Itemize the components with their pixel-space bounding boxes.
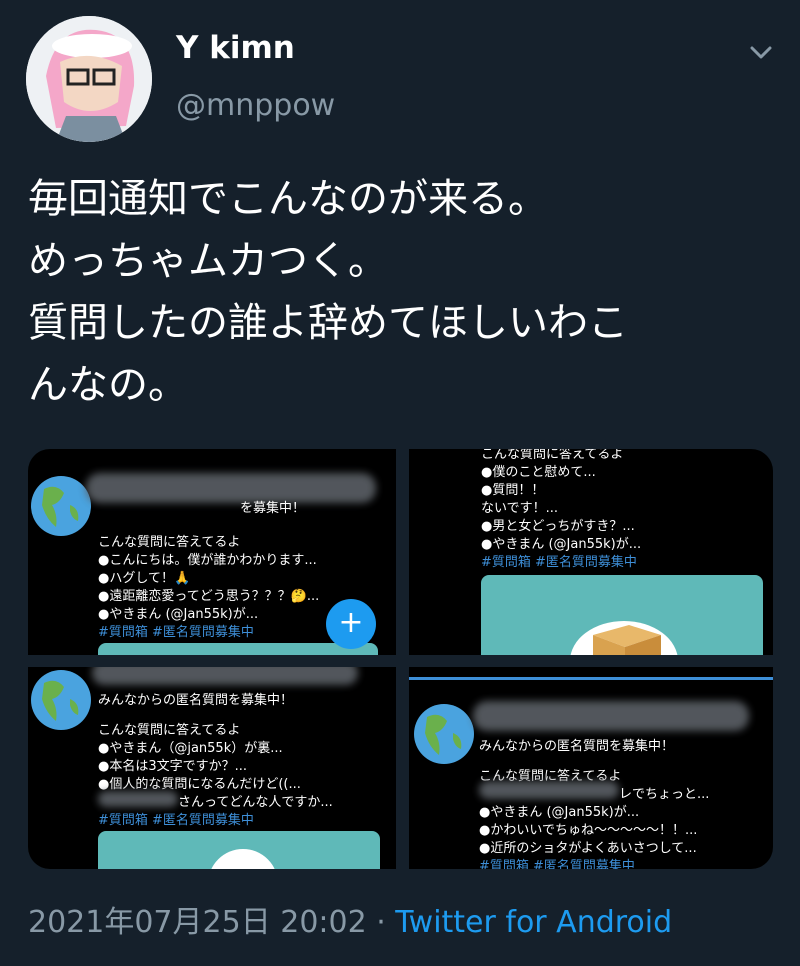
redacted-name [86,473,376,503]
timestamp[interactable]: 2021年07月25日 20:02 [28,905,367,940]
tile-tags: #質問箱 #匿名質問募集中 [98,625,254,640]
tweet-meta: 2021年07月25日 20:02 · Twitter for Android [28,897,672,941]
tile-header: を募集中！ [240,501,306,516]
tile-tags: #質問箱 #匿名質問募集中 [479,859,635,869]
tile-header: みんなからの匿名質問を募集中！ [98,693,294,708]
tile-item: ●遠距離恋愛ってどう思う？？？🤔... [98,589,320,604]
globe-icon [31,670,91,730]
tile-item: ●やきまん（@jan55k）が裏... [98,741,283,756]
tweet-line: めっちゃムカつく。 [28,238,388,284]
tile-intro: こんな質問に答えてるよ [98,723,241,738]
tile-intro: こんな質問に答えてるよ [98,535,241,550]
compose-button[interactable]: + [326,599,376,649]
redacted-name [92,667,358,685]
card-preview [481,575,763,655]
user-avatar[interactable] [26,16,152,142]
redacted-name [98,791,178,807]
redacted-name [473,701,749,731]
media-image-2[interactable]: こんな質問に答えてるよ ●僕のこと慰めて... ●質問！！ ないです！... ●… [409,449,773,655]
user-handle[interactable]: @mnppow [176,88,335,123]
chevron-down-icon[interactable] [746,38,776,68]
redacted-name [479,781,619,799]
tile-item: ●やきまん (@Jan55k)が... [481,537,642,552]
tile-item: ●僕のこと慰めて... [481,465,596,480]
user-display-name[interactable]: Y kimn [176,30,295,66]
media-grid: を募集中！ こんな質問に答えてるよ ●こんにちは。僕が誰かわかります... ●ハ… [28,449,773,869]
globe-icon [414,704,474,764]
tile-item: ●男と女どっちがすき？... [481,519,635,534]
separator: · [366,905,396,940]
tile-item: ●こんにちは。僕が誰かわかります... [98,553,317,568]
tweet-line: 毎回通知でこんなのが来る。 [28,176,548,222]
tile-item: さんってどんな人ですか... [178,795,333,810]
tile-tags: #質問箱 #匿名質問募集中 [98,813,254,828]
media-image-3[interactable]: みんなからの匿名質問を募集中！ こんな質問に答えてるよ ●やきまん（@jan55… [28,667,396,869]
tile-item: ●やきまん (@Jan55k)が... [479,805,640,820]
tweet-line: んなの。 [28,362,188,408]
source-link[interactable]: Twitter for Android [395,905,672,940]
tweet-line: 質問したの誰よ辞めてほしいわこ [28,300,628,346]
tile-item: レでちょっと... [619,787,710,802]
media-image-4[interactable]: みんなからの匿名質問を募集中！ こんな質問に答えてるよ レでちょっと... ●や… [409,667,773,869]
card-preview [98,831,380,869]
tile-item: ●やきまん (@Jan55k)が... [98,607,259,622]
tile-item: ●個人的な質問になるんだけど((... [98,777,301,792]
tile-tags: #質問箱 #匿名質問募集中 [481,555,637,570]
tweet-text: 毎回通知でこんなのが来る。 めっちゃムカつく。 質問したの誰よ辞めてほしいわこ … [28,168,788,416]
tile-item: ●本名は3文字ですか？... [98,759,248,774]
tile-item: ●ハグして！🙏 [98,571,191,586]
tile-item: ないです！... [481,501,559,516]
tile-header: みんなからの匿名質問を募集中！ [479,739,675,754]
tile-item: ●かわいいでちゅね〜〜〜〜〜！！... [479,823,698,838]
tile-item: ●近所のショタがよくあいさつして... [479,841,697,856]
tile-item: ●質問！！ [481,483,545,498]
card-preview [98,643,378,655]
box-icon [570,621,678,655]
media-image-1[interactable]: を募集中！ こんな質問に答えてるよ ●こんにちは。僕が誰かわかります... ●ハ… [28,449,396,655]
globe-icon [31,476,91,536]
